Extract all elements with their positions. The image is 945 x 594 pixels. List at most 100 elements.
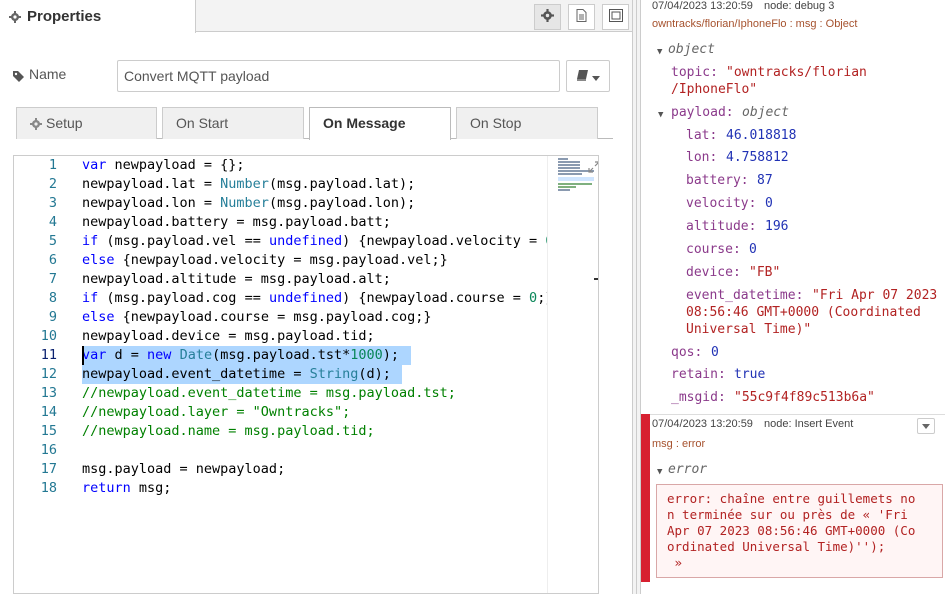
tag-icon — [13, 69, 25, 85]
tree-value: 0 — [749, 242, 757, 257]
tree-key: lat: — [686, 128, 718, 143]
line-number: 5 — [48, 233, 57, 249]
properties-title: Properties — [27, 8, 102, 25]
panel-splitter[interactable] — [632, 0, 641, 594]
message-time: 07/04/2023 13:20:59 — [652, 0, 753, 12]
root-type: error — [668, 462, 708, 477]
tree-key: device: — [686, 265, 741, 280]
message-time: 07/04/2023 13:20:59 — [652, 418, 753, 430]
tree-value: 0 — [711, 345, 719, 360]
message-divider — [650, 414, 945, 415]
code-line: //newpayload.name = msg.payload.tid; — [82, 423, 375, 439]
line-number: 15 — [40, 423, 57, 439]
debug-message-meta: 07/04/2023 13:20:59 node: debug 3 — [652, 0, 842, 12]
node-appearance-button[interactable] — [602, 4, 629, 30]
properties-tab[interactable]: Properties — [0, 0, 196, 33]
caret-down-icon[interactable]: ▼ — [658, 107, 663, 124]
code-line: else {newpayload.velocity = msg.payload.… — [82, 252, 448, 268]
expand-icon[interactable] — [588, 160, 598, 176]
code-text-area[interactable]: var newpayload = {}; newpayload.lat = Nu… — [82, 156, 547, 593]
node-description-button[interactable] — [568, 4, 595, 30]
tab-on-start-label: On Start — [176, 115, 229, 131]
line-number: 18 — [40, 480, 57, 496]
message-options-button[interactable] — [917, 418, 935, 434]
code-line: msg.payload = newpayload; — [82, 461, 286, 477]
line-number: 4 — [48, 214, 57, 230]
tab-on-message-label: On Message — [323, 115, 406, 131]
tab-setup[interactable]: Setup — [16, 107, 157, 139]
line-number: 8 — [48, 290, 57, 306]
root-type: object — [668, 42, 715, 57]
code-line: if (msg.payload.cog == undefined) {newpa… — [82, 290, 547, 306]
tree-key: velocity: — [686, 196, 757, 211]
code-line: //newpayload.event_datetime = msg.payloa… — [82, 385, 456, 401]
line-number: 12 — [40, 366, 57, 382]
tree-value: 196 — [765, 219, 789, 234]
code-line: newpayload.lon = Number(msg.payload.lon)… — [82, 195, 416, 211]
code-line: var newpayload = {}; — [82, 157, 245, 173]
error-message: error: chaîne entre guillemets no n term… — [656, 484, 943, 578]
icon-select-button[interactable] — [566, 60, 610, 92]
tree-key: topic: — [671, 65, 718, 80]
name-row: Name Convert MQTT payload — [13, 60, 613, 92]
line-number: 6 — [48, 252, 57, 268]
file-icon — [576, 9, 587, 25]
tree-type: object — [742, 105, 789, 120]
debug-message-meta: 07/04/2023 13:20:59 node: Insert Event — [652, 418, 861, 430]
code-line: newpayload.lat = Number(msg.payload.lat)… — [82, 176, 416, 192]
code-line: else {newpayload.course = msg.payload.co… — [82, 309, 432, 325]
message-topic: owntracks/florian/IphoneFlo : msg : Obje… — [652, 18, 858, 30]
tree-value: 0 — [765, 196, 773, 211]
code-line: //newpayload.layer = "Owntracks"; — [82, 404, 351, 420]
line-number: 7 — [48, 271, 57, 287]
code-line: return msg; — [82, 480, 172, 496]
tree-value: 87 — [757, 173, 773, 188]
tab-on-stop-label: On Stop — [470, 115, 522, 131]
line-number: 14 — [40, 404, 57, 420]
line-number: 13 — [40, 385, 57, 401]
window-icon — [608, 9, 623, 25]
tree-key: altitude: — [686, 219, 757, 234]
properties-panel: Properties Name Convert MQTT payload Set… — [0, 0, 632, 594]
message-node[interactable]: node: debug 3 — [764, 0, 834, 12]
tab-on-message[interactable]: On Message — [309, 107, 451, 140]
tree-key: _msgid: — [671, 390, 726, 405]
caret-down-icon — [922, 420, 930, 432]
caret-down-icon[interactable]: ▼ — [657, 464, 662, 481]
tree-value: 08:56:46 GMT+0000 (Coordinated — [686, 305, 921, 320]
tree-value: /IphoneFlo" — [671, 82, 758, 97]
message-node[interactable]: node: Insert Event — [764, 418, 853, 430]
function-tabs: Setup On Start On Message On Stop — [16, 107, 613, 140]
tree-value: "55c9f4f89c513b6a" — [734, 390, 875, 405]
caret-down-icon[interactable]: ▼ — [657, 44, 662, 61]
error-tree[interactable]: ▼ error — [657, 461, 857, 479]
tree-key: lon: — [686, 150, 718, 165]
tree-key: course: — [686, 242, 741, 257]
code-editor[interactable]: 1 2 3 4 5 6 7 8 9 10 11 12 13 14 15 16 1… — [13, 155, 599, 594]
tree-value: true — [734, 367, 766, 382]
caret-down-icon — [591, 68, 600, 84]
tree-value: "Fri Apr 07 2023 — [812, 288, 938, 303]
error-indicator-bar — [641, 414, 650, 582]
gear-icon — [9, 10, 21, 26]
tree-value: Universal Time)" — [686, 322, 812, 337]
gear-icon — [541, 9, 554, 25]
code-line: newpayload.battery = msg.payload.batt; — [82, 214, 391, 230]
tree-key: payload: — [671, 105, 734, 120]
line-number: 10 — [40, 328, 57, 344]
line-number: 11 — [40, 347, 57, 363]
code-line: if (msg.payload.vel == undefined) {newpa… — [82, 233, 547, 249]
gear-icon — [30, 110, 42, 141]
node-settings-button[interactable] — [534, 4, 561, 30]
tree-value: "owntracks/florian — [726, 65, 867, 80]
tree-value: 4.758812 — [726, 150, 789, 165]
line-number: 3 — [48, 195, 57, 211]
tree-value: "FB" — [749, 265, 781, 280]
tab-on-start[interactable]: On Start — [162, 107, 304, 139]
line-number: 16 — [40, 442, 57, 458]
name-input[interactable]: Convert MQTT payload — [117, 60, 560, 92]
editor-minimap[interactable] — [547, 156, 598, 593]
tab-on-stop[interactable]: On Stop — [456, 107, 598, 139]
debug-panel: 07/04/2023 13:20:59 node: debug 3 owntra… — [641, 0, 945, 594]
